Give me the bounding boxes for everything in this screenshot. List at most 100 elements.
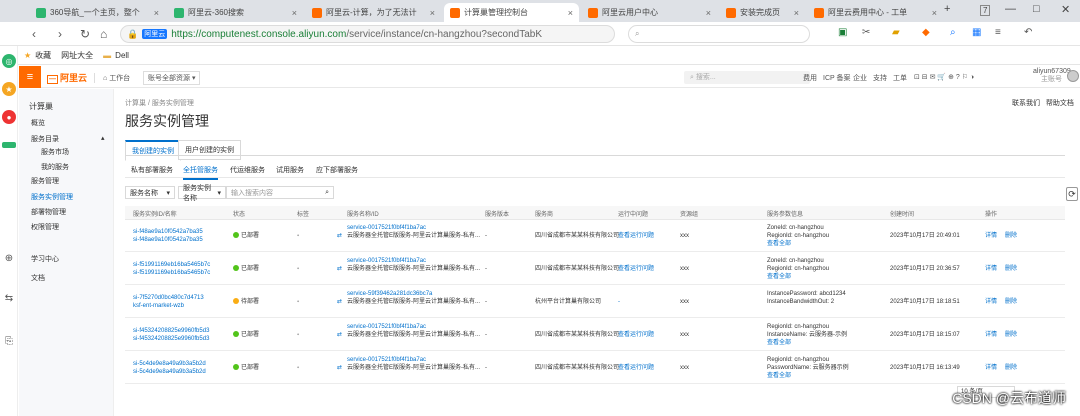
sidebar-item[interactable]: 部署物管理 (31, 207, 66, 217)
bookmark-item[interactable]: 网址大全 (61, 50, 93, 61)
instance-name[interactable]: si-f48ae9a10f0542a7ba35 (133, 236, 203, 244)
aliyun-logo[interactable]: — 阿里云 (47, 71, 87, 84)
extension-puzzle-icon[interactable]: ▰ (892, 27, 900, 38)
edit-icon[interactable]: ⇄ (337, 298, 342, 306)
issue-link[interactable]: - (618, 298, 620, 306)
issue-link[interactable]: 查看运行问题 (618, 331, 654, 339)
delete-link[interactable]: 删除 (1005, 265, 1017, 273)
instance-name[interactable]: si-f45324208825e9960fb5d3 (133, 335, 209, 343)
restore-icon[interactable]: 7 (980, 5, 991, 16)
grid-icon[interactable]: ▦ (972, 27, 981, 38)
instance-id-link[interactable]: si-f45324208825e9960fb5d3 (133, 327, 209, 335)
tab-close-icon[interactable]: × (292, 8, 297, 18)
service-id-link[interactable]: service-0017521f0bf4f1ba7ac (347, 356, 426, 364)
tab-close-icon[interactable]: × (794, 8, 799, 18)
issue-link[interactable]: 查看运行问题 (618, 364, 654, 372)
sidebar-clip-icon[interactable]: ⎘ (2, 334, 16, 348)
view-all-link[interactable]: 查看全部 (767, 240, 791, 248)
filter-field-select[interactable]: 服务实例名称 ▾ (178, 185, 226, 202)
sidebar-item[interactable]: 学习中心 (31, 254, 59, 264)
minimize-button[interactable]: — (1005, 3, 1016, 15)
instance-id-link[interactable]: si-f48ae9a10f0542a7ba35 (133, 228, 203, 236)
subtab-trial[interactable]: 试用服务 (276, 165, 304, 175)
delete-link[interactable]: 删除 (1005, 298, 1017, 306)
edit-icon[interactable]: ⇄ (337, 232, 342, 240)
undo-icon[interactable]: ↶ (1024, 27, 1032, 38)
instance-id-link[interactable]: si-5c4de9e8a49a9b3a5b2d (133, 360, 206, 368)
browser-tab[interactable]: 安装完成页 × (720, 3, 805, 22)
tag-icon[interactable]: ⬩ (297, 265, 299, 273)
sidebar-arrow-icon[interactable]: ⇆ (2, 291, 16, 305)
sidebar-item[interactable]: 服务市场 (41, 147, 69, 157)
browser-tab[interactable]: 360导航_一个主页，整个 × (30, 3, 165, 22)
header-link-fee[interactable]: 费用 (803, 73, 817, 83)
instance-name[interactable]: ksf-ent-market-wzb (133, 302, 184, 310)
tag-icon[interactable]: ⬩ (297, 298, 299, 306)
magnifier-icon[interactable]: ⌕ (950, 27, 956, 38)
service-id-link[interactable]: service-0017521f0bf4f1ba7ac (347, 224, 426, 232)
browser-tab[interactable]: 阿里云-计算，为了无法计 × (306, 3, 441, 22)
maximize-button[interactable]: □ (1033, 3, 1040, 15)
sidebar-item[interactable]: 文档 (31, 273, 45, 283)
filter-select[interactable]: 服务名称 ▾ (125, 186, 175, 199)
header-link-support[interactable]: 支持 (873, 73, 887, 83)
forward-icon[interactable]: › (58, 27, 62, 41)
chevron-up-icon[interactable]: ▴ (101, 134, 105, 142)
subtab-managed-ops[interactable]: 代运维服务 (230, 165, 265, 175)
issue-link[interactable]: 查看运行问题 (618, 265, 654, 273)
home-icon[interactable]: ⌂ (100, 27, 107, 41)
instance-name[interactable]: si-5c4de9e8a49a9b3a5b2d (133, 368, 206, 376)
avatar[interactable] (1067, 70, 1079, 82)
tab-my-instances[interactable]: 我创建的实例 (125, 140, 181, 161)
detail-link[interactable]: 详情 (985, 298, 997, 306)
tab-close-icon[interactable]: × (154, 8, 159, 18)
browser-tab[interactable]: 阿里云用户中心 × (582, 3, 717, 22)
sidebar-item[interactable]: 概览 (31, 118, 45, 128)
tag-icon[interactable]: ⬩ (297, 232, 299, 240)
breadcrumb[interactable]: 计算巢 / 服务实例管理 (125, 98, 194, 108)
browser-tab[interactable]: 阿里云-360搜索 × (168, 3, 303, 22)
view-all-link[interactable]: 查看全部 (767, 372, 791, 380)
tab-close-icon[interactable]: × (430, 8, 435, 18)
new-tab-button[interactable]: + (944, 3, 950, 15)
sidebar-item[interactable]: 服务管理 (31, 176, 59, 186)
delete-link[interactable]: 删除 (1005, 232, 1017, 240)
browser-search-input[interactable]: ⌕ (628, 25, 810, 43)
instance-id-link[interactable]: si-7f5270d0bc480c7d4713 (133, 294, 204, 302)
refresh-button[interactable]: ⟳ (1066, 187, 1078, 201)
detail-link[interactable]: 详情 (985, 364, 997, 372)
service-id-link[interactable]: service-0017521f0bf4f1ba7ac (347, 257, 426, 265)
instance-id-link[interactable]: si-f51991169eb16ba5465b7c (133, 261, 210, 269)
detail-link[interactable]: 详情 (985, 265, 997, 273)
edit-icon[interactable]: ⇄ (337, 364, 342, 372)
instance-name[interactable]: si-f51991169eb16ba5465b7c (133, 269, 210, 277)
tab-user-instances[interactable]: 用户创建的实例 (178, 140, 241, 160)
detail-link[interactable]: 详情 (985, 331, 997, 339)
service-id-link[interactable]: service-0017521f0bf4f1ba7ac (347, 323, 426, 331)
header-link-icp[interactable]: ICP 备案 (823, 73, 851, 83)
tab-close-icon[interactable]: × (706, 8, 711, 18)
tab-close-icon[interactable]: × (568, 8, 573, 18)
extension-fox-icon[interactable]: ◆ (922, 27, 930, 38)
subtab-private[interactable]: 私有部署服务 (131, 165, 173, 175)
scissors-icon[interactable]: ✂ (862, 27, 870, 38)
edit-icon[interactable]: ⇄ (337, 331, 342, 339)
back-icon[interactable]: ‹ (32, 27, 36, 41)
weibo-icon[interactable]: ● (2, 110, 16, 124)
sidebar-item[interactable]: 服务实例管理 (31, 192, 73, 202)
view-all-link[interactable]: 查看全部 (767, 339, 791, 347)
account-switch-dropdown[interactable]: 账号全部资源 ▾ (143, 71, 201, 85)
contact-link[interactable]: 联系我们 (1012, 100, 1040, 107)
header-icon-group[interactable]: ⊡ ⊟ ✉ 🛒 ⊕ ? ⚐ ◑ (914, 73, 974, 81)
subtab-offline[interactable]: 应下部署服务 (316, 165, 358, 175)
sidebar-more-icon[interactable]: ⊕ (2, 251, 16, 265)
hamburger-menu-icon[interactable]: ≡ (19, 66, 41, 88)
view-all-link[interactable]: 查看全部 (767, 273, 791, 281)
detail-link[interactable]: 详情 (985, 232, 997, 240)
bookmark-item[interactable]: 收藏 (35, 50, 51, 61)
tag-icon[interactable]: ⬩ (297, 331, 299, 339)
browser-tab[interactable]: 计算巢管理控制台 × (444, 3, 579, 22)
sidebar-app-icon[interactable]: ◎ (2, 54, 16, 68)
browser-tab[interactable]: 阿里云费用中心 - 工单 × (808, 3, 943, 22)
delete-link[interactable]: 删除 (1005, 331, 1017, 339)
